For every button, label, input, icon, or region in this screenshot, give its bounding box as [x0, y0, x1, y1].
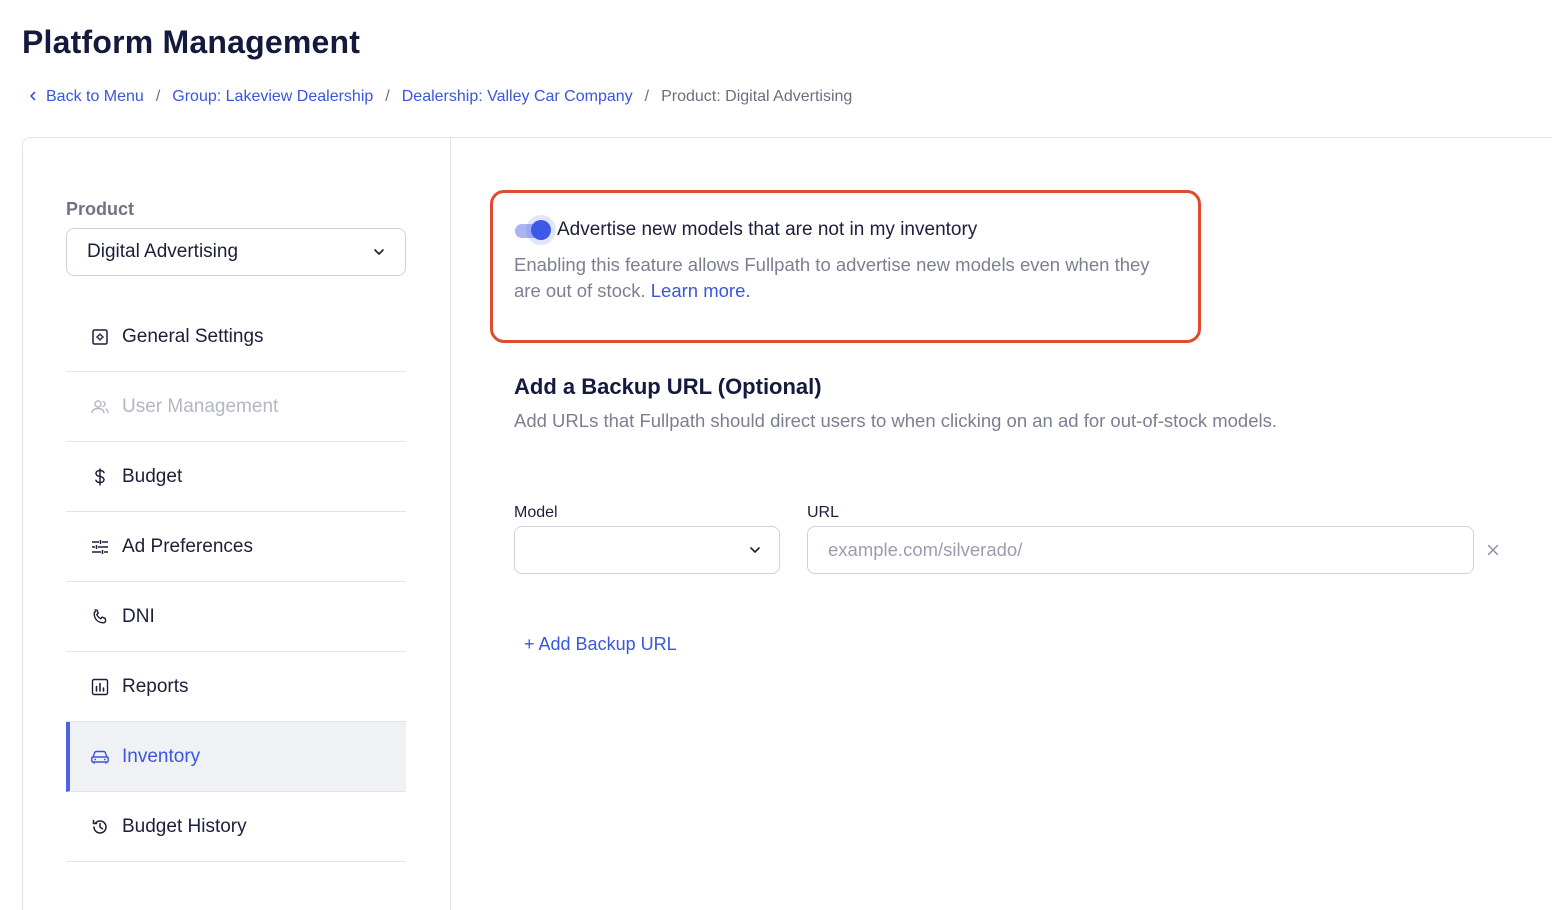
learn-more-link[interactable]: Learn more. [651, 280, 751, 301]
sidebar-item-dni[interactable]: DNI [66, 582, 406, 652]
sidebar-item-user-management: User Management [66, 372, 406, 442]
sidebar-item-budget-history[interactable]: Budget History [66, 792, 406, 862]
sidebar-item-budget[interactable]: Budget [66, 442, 406, 512]
sidebar: Product Digital Advertising General Sett… [23, 138, 451, 910]
main-content: Advertise new models that are not in my … [451, 138, 1552, 910]
car-icon [90, 747, 110, 767]
breadcrumb-dealership-link[interactable]: Dealership: Valley Car Company [402, 88, 633, 106]
product-select-value: Digital Advertising [87, 241, 239, 262]
url-input[interactable] [807, 526, 1474, 574]
breadcrumb-back-label: Back to Menu [46, 88, 144, 105]
sidebar-nav: General Settings User Management Budget … [66, 302, 406, 862]
bar-chart-icon [90, 677, 110, 697]
sidebar-item-label: Ad Preferences [122, 535, 253, 557]
history-icon [90, 817, 110, 837]
breadcrumb-back-link[interactable]: Back to Menu [28, 88, 144, 106]
sidebar-item-inventory[interactable]: Inventory [66, 722, 406, 792]
close-icon [1487, 544, 1499, 556]
product-select[interactable]: Digital Advertising [66, 228, 406, 276]
sidebar-item-label: User Management [122, 395, 279, 417]
sidebar-item-label: General Settings [122, 325, 264, 347]
url-label: URL [807, 504, 840, 521]
settings-icon [90, 327, 110, 347]
inventory-toggle[interactable] [515, 215, 556, 245]
add-backup-url-button[interactable]: + Add Backup URL [524, 634, 677, 655]
breadcrumb-group-link[interactable]: Group: Lakeview Dealership [172, 88, 373, 106]
toggle-knob [531, 220, 551, 240]
sidebar-item-general-settings[interactable]: General Settings [66, 302, 406, 372]
model-select[interactable] [514, 526, 780, 574]
chevron-down-icon [750, 547, 760, 553]
backup-url-title: Add a Backup URL (Optional) [514, 374, 822, 399]
sidebar-item-label: DNI [122, 605, 155, 627]
breadcrumb-separator: / [155, 88, 161, 105]
sidebar-item-label: Inventory [122, 745, 201, 767]
sidebar-item-ad-preferences[interactable]: Ad Preferences [66, 512, 406, 582]
page-title: Platform Management [22, 24, 361, 60]
backup-url-description: Add URLs that Fullpath should direct use… [514, 410, 1277, 431]
sliders-icon [90, 537, 110, 557]
dollar-icon [90, 467, 110, 487]
sidebar-item-label: Budget [122, 465, 183, 487]
breadcrumb-separator: / [644, 88, 650, 105]
breadcrumb-current: Product: Digital Advertising [661, 88, 853, 105]
toggle-label: Advertise new models that are not in my … [557, 219, 978, 240]
breadcrumb: Back to Menu / Group: Lakeview Dealershi… [28, 88, 852, 106]
toggle-description: Enabling this feature allows Fullpath to… [514, 252, 1174, 304]
remove-url-button[interactable] [1484, 541, 1502, 559]
chevron-left-icon [30, 91, 36, 101]
breadcrumb-separator: / [385, 88, 390, 105]
chevron-down-icon [374, 249, 384, 255]
sidebar-item-label: Reports [122, 675, 189, 697]
settings-panel: Product Digital Advertising General Sett… [22, 137, 1552, 910]
sidebar-item-label: Budget History [122, 815, 247, 837]
users-icon [90, 397, 110, 417]
model-label: Model [514, 504, 558, 521]
toggle-description-text: Enabling this feature allows Fullpath to… [514, 254, 1150, 301]
sidebar-item-reports[interactable]: Reports [66, 652, 406, 722]
phone-icon [90, 607, 110, 627]
product-label: Product [66, 199, 135, 219]
